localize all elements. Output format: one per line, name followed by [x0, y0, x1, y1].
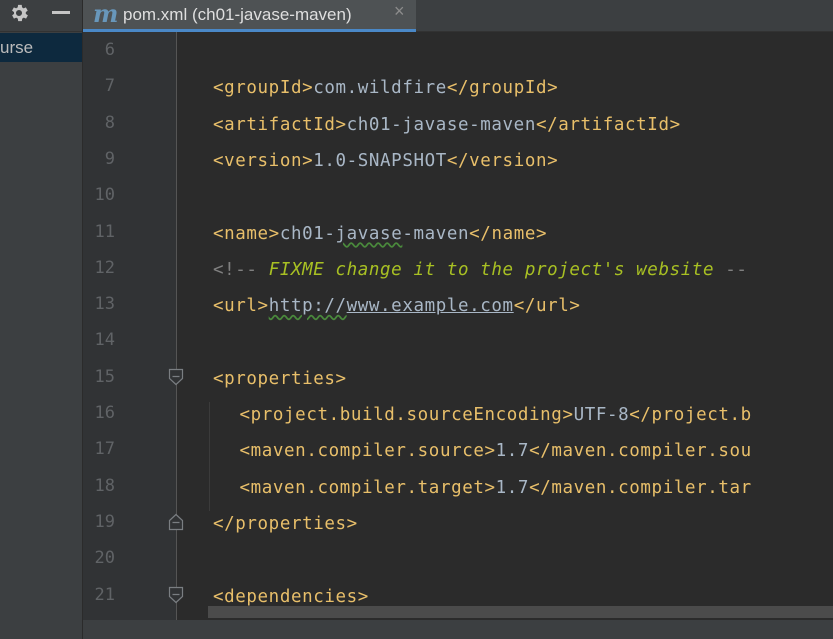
code-token: ch01-javase-maven [346, 114, 536, 135]
code-token: http:// [268, 296, 347, 317]
code-line[interactable]: <properties> [213, 367, 347, 391]
code-token: <maven.compiler.target> [239, 477, 496, 498]
code-token: <name> [213, 223, 280, 244]
tool-window-toolbar [0, 0, 82, 32]
code-line[interactable]: <url>http://www.example.com</url> [213, 294, 581, 318]
line-number: 6 [104, 40, 115, 60]
line-number: 18 [94, 475, 115, 496]
code-line[interactable]: <dependencies> [213, 585, 369, 609]
code-token: </project.b [629, 405, 752, 425]
code-token: </name> [469, 223, 548, 244]
code-token: </version> [446, 150, 559, 171]
fold-open-icon[interactable] [168, 586, 184, 604]
code-line[interactable]: <project.build.sourceEncoding>UTF-8</pro… [240, 403, 752, 427]
code-line[interactable]: </properties> [213, 512, 358, 536]
code-line[interactable]: <groupId>com.wildfire</groupId> [213, 76, 558, 100]
code-token: <properties> [213, 368, 347, 389]
code-token: <project.build.sourceEncoding> [239, 405, 574, 425]
close-icon[interactable]: × [394, 1, 405, 22]
line-number: 21 [94, 584, 115, 605]
code-token: <dependencies> [213, 586, 369, 607]
code-token: javase [335, 223, 403, 244]
code-token: FIXME change it to the project's website [268, 259, 715, 280]
horizontal-scrollbar[interactable] [208, 606, 833, 618]
code-editor[interactable]: 6 7 8 9 10 11 12 13 14 15 16 17 18 19 20 21 <groupId>co… [83, 32, 833, 639]
code-token: com.wildfire [313, 78, 447, 99]
code-line[interactable]: <name>ch01-javase-maven</name> [213, 222, 547, 246]
code-token: </url> [513, 296, 581, 317]
editor-tab-bar: m pom.xml (ch01-javase-maven) × [83, 0, 833, 32]
line-number: 13 [94, 294, 115, 315]
code-token: 1.0-SNAPSHOT [313, 150, 447, 171]
code-token: <maven.compiler.source> [239, 441, 496, 462]
tab-title: pom.xml (ch01-javase-maven) [123, 5, 352, 24]
project-tree-item-selected[interactable]: urse [0, 33, 82, 62]
minimize-icon[interactable] [52, 11, 70, 14]
fold-open-icon[interactable] [168, 368, 184, 386]
indent-guide [209, 402, 210, 511]
code-line[interactable]: <maven.compiler.source>1.7</maven.compil… [240, 439, 752, 463]
project-tree-item-label: urse [0, 38, 34, 57]
code-token: <version> [213, 150, 314, 171]
code-token: -maven [402, 223, 470, 244]
code-token: </maven.compiler.tar [529, 477, 752, 498]
maven-file-icon: m [93, 0, 119, 28]
project-tool-window: urse [0, 0, 83, 639]
code-area[interactable]: <groupId>com.wildfire</groupId> <artifact… [177, 32, 833, 622]
code-token: ch01- [279, 223, 336, 244]
code-token: 1.7 [495, 477, 530, 498]
code-token: UTF-8 [573, 405, 630, 425]
code-token: </maven.compiler.sou [529, 441, 752, 462]
code-token: </properties> [213, 513, 358, 534]
code-token: </artifactId> [535, 114, 681, 135]
code-token: www.example.com [346, 296, 514, 317]
line-number: 10 [94, 185, 115, 206]
line-number: 15 [94, 366, 115, 387]
tab-pom-xml[interactable]: m pom.xml (ch01-javase-maven) × [83, 0, 416, 32]
line-number: 9 [104, 148, 115, 169]
code-line[interactable]: <!-- FIXME change it to the project's we… [213, 258, 748, 282]
code-line[interactable]: <maven.compiler.target>1.7</maven.compil… [240, 476, 752, 500]
line-number-gutter: 6 7 8 9 10 11 12 13 14 15 16 17 18 19 20 21 [83, 32, 176, 639]
line-number: 16 [94, 403, 115, 423]
code-token: <!-- [213, 259, 269, 280]
editor-bottom-strip [83, 620, 833, 639]
fold-close-icon[interactable] [168, 513, 184, 531]
line-number: 17 [94, 439, 115, 460]
line-number: 14 [94, 330, 115, 351]
code-token: 1.7 [495, 441, 530, 462]
code-token: </groupId> [446, 78, 559, 99]
code-line[interactable]: <version>1.0-SNAPSHOT</version> [213, 149, 558, 173]
line-number: 11 [94, 221, 115, 242]
gear-icon[interactable] [8, 2, 30, 24]
code-token: <groupId> [213, 78, 314, 99]
line-number: 7 [104, 76, 115, 97]
code-token: <artifactId> [213, 114, 347, 135]
code-line[interactable]: <artifactId>ch01-javase-maven</artifactI… [213, 113, 681, 137]
line-number: 19 [94, 511, 115, 532]
line-number: 12 [94, 257, 115, 278]
code-token: <url> [213, 296, 269, 317]
line-number: 20 [94, 548, 115, 569]
line-number: 8 [104, 112, 115, 133]
code-token: -- [714, 259, 748, 280]
